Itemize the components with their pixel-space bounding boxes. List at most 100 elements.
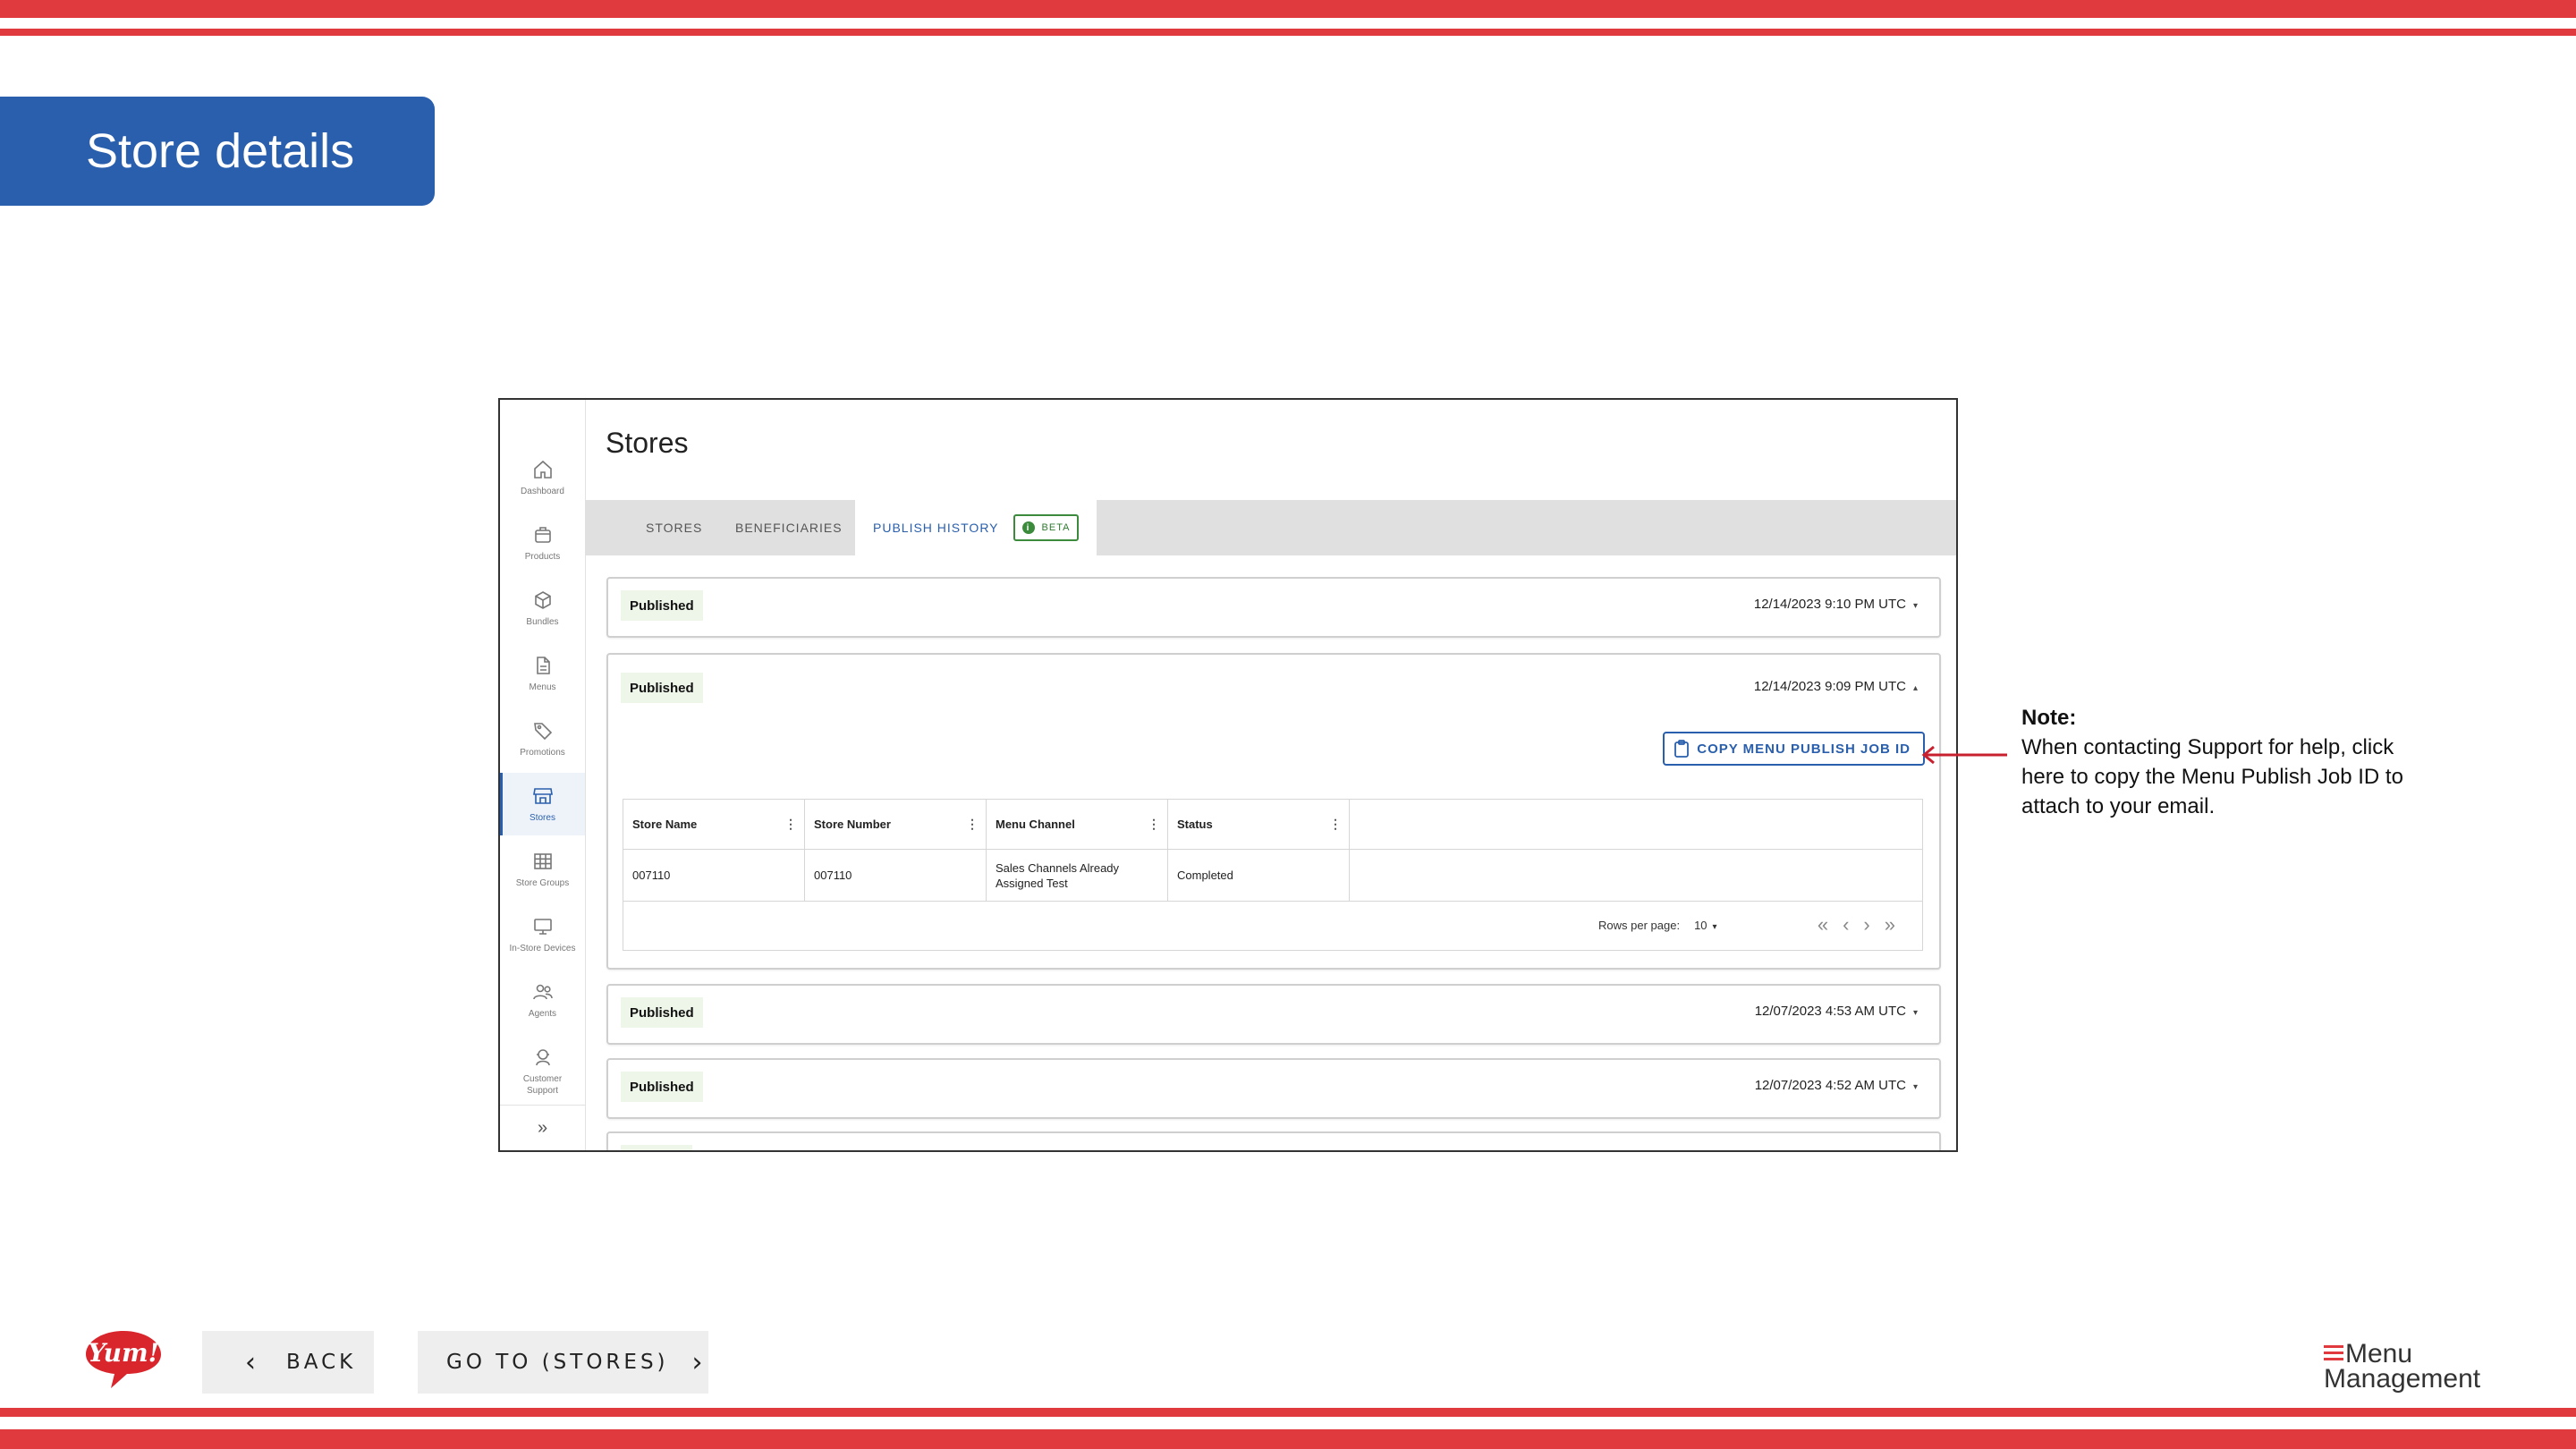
- column-header-status[interactable]: Status ⋮: [1168, 800, 1350, 850]
- chevron-down-icon[interactable]: ▾: [1913, 601, 1918, 611]
- first-page-icon[interactable]: «: [1818, 913, 1828, 936]
- previous-page-icon[interactable]: ‹: [1843, 913, 1849, 936]
- publish-date: 12/07/2023 4:52 AM UTC ▾: [1755, 1078, 1918, 1093]
- column-menu-icon[interactable]: ⋮: [966, 817, 979, 832]
- tab-stores[interactable]: STORES: [646, 500, 702, 555]
- sidebar-item-store-groups[interactable]: Store Groups: [500, 838, 585, 901]
- header-label: Store Number: [814, 818, 891, 831]
- column-header-menu-channel[interactable]: Menu Channel ⋮: [987, 800, 1168, 850]
- storefront-icon: [532, 787, 553, 804]
- tab-beneficiaries[interactable]: BENEFICIARIES: [735, 500, 843, 555]
- publish-date-text: 12/14/2023 9:10 PM UTC: [1753, 597, 1906, 612]
- tab-publish-history[interactable]: PUBLISH HISTORY i BETA: [855, 500, 1097, 555]
- slide-title-banner: Store details: [0, 97, 435, 206]
- copy-menu-publish-job-id-button[interactable]: COPY MENU PUBLISH JOB ID: [1663, 732, 1925, 766]
- main-content: Stores STORES BENEFICIARIES PUBLISH HIST…: [585, 400, 1956, 1150]
- sidebar-label: Customer Support: [522, 1074, 563, 1096]
- rows-per-page-label: Rows per page:: [1598, 918, 1681, 932]
- top-stripe-thin: [0, 29, 2576, 36]
- expand-sidebar-icon[interactable]: »: [500, 1105, 585, 1150]
- pagination-controls: « ‹ › »: [1818, 907, 1895, 943]
- grid-icon: [533, 852, 552, 869]
- sidebar-item-products[interactable]: Products: [500, 512, 585, 574]
- go-to-stores-button[interactable]: GO TO (STORES) ›: [418, 1331, 708, 1394]
- sidebar-label: Bundles: [526, 616, 559, 627]
- column-header-store-number[interactable]: Store Number ⋮: [805, 800, 987, 850]
- chevron-right-icon: ›: [691, 1346, 707, 1378]
- rows-per-page-value: 10: [1694, 918, 1707, 932]
- publish-date-text: 12/07/2023 4:52 AM UTC: [1754, 1078, 1906, 1093]
- last-page-icon[interactable]: »: [1885, 913, 1895, 936]
- sidebar-label: Store Groups: [515, 877, 570, 888]
- chevron-up-icon[interactable]: ▴: [1913, 683, 1918, 693]
- publish-date-text: 12/07/2023 4:53 AM UTC: [1754, 1004, 1906, 1019]
- table-cell: 007110: [623, 850, 805, 902]
- top-stripe: [0, 0, 2576, 18]
- sidebar-item-agents[interactable]: Agents: [500, 969, 585, 1031]
- next-page-icon[interactable]: ›: [1863, 913, 1869, 936]
- copy-button-label: COPY MENU PUBLISH JOB ID: [1697, 741, 1911, 757]
- publish-entry[interactable]: Published 12/14/2023 9:10 PM UTC ▾: [606, 577, 1941, 638]
- publish-entry[interactable]: Published 12/07/2023 4:53 AM UTC ▾: [606, 984, 1941, 1045]
- menu-logo-line1: Menu: [2345, 1339, 2413, 1368]
- sidebar-label: Stores: [530, 812, 555, 823]
- app-screenshot: Dashboard Products Bundles Menus Promoti…: [498, 398, 1958, 1152]
- publish-date: 12/14/2023 9:09 PM UTC ▴: [1754, 679, 1918, 694]
- publish-date-text: 12/14/2023 9:09 PM UTC: [1753, 679, 1906, 694]
- monitor-icon: [533, 918, 552, 935]
- publish-entry-partial[interactable]: [606, 1131, 1941, 1150]
- publish-entry-expanded: Published 12/14/2023 9:09 PM UTC ▴ COPY M…: [606, 653, 1941, 970]
- header-label: Menu Channel: [996, 818, 1075, 831]
- home-icon: [533, 460, 552, 479]
- sidebar-item-menus[interactable]: Menus: [500, 642, 585, 705]
- header-label: Status: [1177, 818, 1213, 831]
- box-icon: [534, 526, 551, 543]
- chevron-down-icon[interactable]: ▾: [1913, 1008, 1918, 1018]
- svg-text:Yum!: Yum!: [88, 1338, 159, 1368]
- beta-badge: i BETA: [1013, 514, 1080, 541]
- sidebar-item-promotions[interactable]: Promotions: [500, 708, 585, 770]
- rows-per-page-select[interactable]: 10 ▾: [1694, 919, 1717, 932]
- sidebar-item-in-store-devices[interactable]: In-Store Devices: [500, 903, 585, 966]
- bottom-stripe-thin: [0, 1408, 2576, 1417]
- publish-date: 12/14/2023 9:10 PM UTC ▾: [1754, 597, 1918, 612]
- chevron-down-icon: ▾: [1712, 921, 1717, 932]
- sidebar-label: Promotions: [520, 747, 565, 758]
- publish-entry[interactable]: Published 12/07/2023 4:52 AM UTC ▾: [606, 1058, 1941, 1119]
- chevron-left-icon: ‹: [245, 1346, 259, 1378]
- sidebar-label: Agents: [528, 1008, 557, 1019]
- header-label: Store Name: [632, 818, 698, 831]
- table-cell-empty: [1350, 850, 1922, 902]
- back-button-label: BACK: [286, 1351, 357, 1374]
- document-icon: [536, 656, 550, 674]
- status-badge: Published: [621, 1072, 703, 1102]
- column-header-empty: [1350, 800, 1922, 850]
- sidebar-item-bundles[interactable]: Bundles: [500, 577, 585, 640]
- sidebar-item-stores[interactable]: Stores: [500, 773, 585, 835]
- sidebar-label: Products: [524, 551, 561, 562]
- cube-icon: [534, 590, 551, 609]
- table-cell: Sales Channels Already Assigned Test: [987, 850, 1168, 902]
- stores-table: Store Name ⋮ Store Number ⋮ Menu Channel ⋮ …: [623, 799, 1923, 951]
- yum-logo-icon: Yum!: [86, 1331, 161, 1388]
- sidebar: Dashboard Products Bundles Menus Promoti…: [500, 400, 586, 1150]
- go-to-stores-label: GO TO (STORES): [446, 1351, 669, 1374]
- sidebar-item-customer-support[interactable]: Customer Support: [500, 1037, 585, 1106]
- column-menu-icon[interactable]: ⋮: [1329, 817, 1342, 832]
- headset-icon: [535, 1049, 550, 1066]
- note-callout: Note: When contacting Support for help, …: [2021, 703, 2433, 821]
- sidebar-item-dashboard[interactable]: Dashboard: [500, 446, 585, 509]
- people-icon: [532, 984, 553, 999]
- menu-logo-line2: Management: [2324, 1364, 2481, 1394]
- sidebar-label: Menus: [529, 682, 556, 692]
- rows-per-page: Rows per page: 10 ▾: [1598, 907, 1717, 943]
- column-header-store-name[interactable]: Store Name ⋮: [623, 800, 805, 850]
- table-cell: Completed: [1168, 850, 1350, 902]
- page-title: Stores: [606, 427, 689, 459]
- back-button[interactable]: ‹ BACK: [202, 1331, 374, 1394]
- note-title: Note:: [2021, 706, 2077, 730]
- status-badge: Published: [621, 673, 703, 703]
- column-menu-icon[interactable]: ⋮: [784, 817, 797, 832]
- chevron-down-icon[interactable]: ▾: [1913, 1082, 1918, 1092]
- column-menu-icon[interactable]: ⋮: [1148, 817, 1160, 832]
